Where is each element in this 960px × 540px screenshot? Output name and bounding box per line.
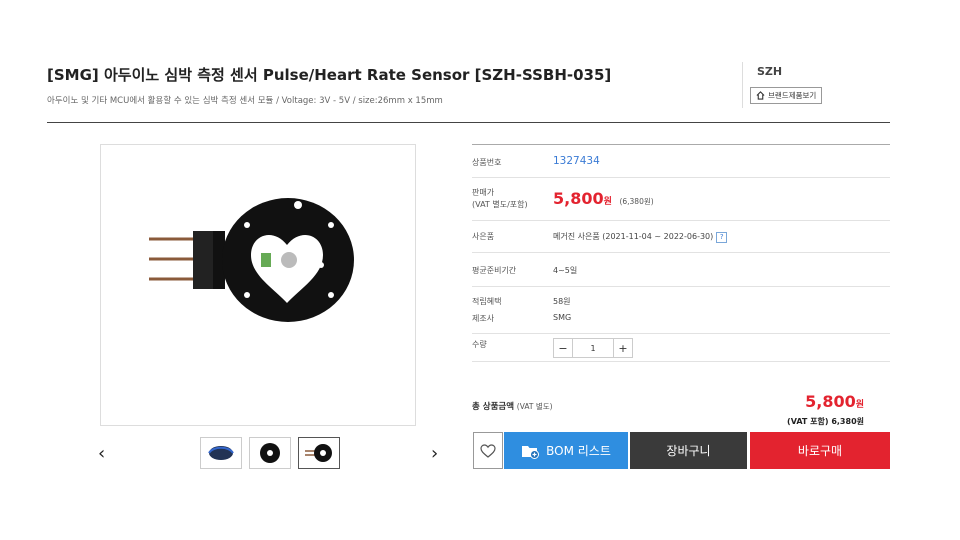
points-label: 적립혜택 bbox=[472, 297, 502, 306]
row-quantity: 수량 − 1 + bbox=[472, 334, 890, 362]
prep-label: 평균준비기간 bbox=[472, 266, 517, 275]
price-value-group: 5,800원 (6,380원) bbox=[553, 189, 654, 208]
price-vat: (6,380원) bbox=[619, 197, 654, 206]
brand-products-button[interactable]: 브랜드제품보기 bbox=[750, 87, 823, 104]
quantity-stepper: − 1 + bbox=[553, 338, 633, 358]
maker-value: SMG bbox=[553, 313, 572, 322]
total-label-group: 총 상품금액 (VAT 별도) bbox=[472, 400, 553, 412]
price-label-line1: 판매가 bbox=[472, 188, 495, 197]
total-vat: (VAT 포함) 6,380원 bbox=[787, 417, 864, 426]
row-price: 판매가 (VAT 별도/포함) 5,800원 (6,380원) bbox=[472, 178, 890, 221]
gift-value-group: 메거진 사은품 (2021-11-04 ~ 2022-06-30)? bbox=[553, 231, 728, 243]
buy-now-button[interactable]: 바로구매 bbox=[750, 432, 890, 469]
bom-label: BOM 리스트 bbox=[546, 444, 611, 458]
thumbnail-3[interactable] bbox=[298, 437, 340, 469]
gallery-prev-button[interactable]: ‹ bbox=[98, 444, 105, 464]
price-label: 판매가 (VAT 별도/포함) bbox=[472, 187, 528, 211]
heart-icon bbox=[480, 443, 496, 458]
brand-products-label: 브랜드제품보기 bbox=[768, 91, 817, 100]
row-prep-time: 평균준비기간 4~5일 bbox=[472, 253, 890, 287]
maker-label: 제조사 bbox=[472, 314, 495, 323]
wishlist-button[interactable] bbox=[473, 432, 503, 469]
product-subtitle: 아두이노 및 기타 MCU에서 활용할 수 있는 심박 측정 센서 모듈 / V… bbox=[47, 96, 443, 106]
gift-value: 메거진 사은품 (2021-11-04 ~ 2022-06-30) bbox=[553, 232, 714, 241]
thumbnail-1[interactable] bbox=[200, 437, 242, 469]
main-product-image[interactable] bbox=[100, 144, 416, 426]
row-gift: 사은품 메거진 사은품 (2021-11-04 ~ 2022-06-30)? bbox=[472, 221, 890, 253]
cart-button[interactable]: 장바구니 bbox=[630, 432, 747, 469]
qty-plus-button[interactable]: + bbox=[613, 338, 633, 358]
product-title: [SMG] 아두이노 심박 측정 센서 Pulse/Heart Rate Sen… bbox=[47, 66, 612, 84]
help-icon[interactable]: ? bbox=[716, 232, 728, 243]
total-label-sub: (VAT 별도) bbox=[516, 402, 553, 411]
brand-name: SZH bbox=[757, 65, 783, 78]
gift-label: 사은품 bbox=[472, 232, 495, 241]
home-icon bbox=[756, 91, 765, 100]
qty-label: 수량 bbox=[472, 340, 487, 349]
code-label: 상품번호 bbox=[472, 158, 502, 167]
code-value: 1327434 bbox=[553, 155, 600, 167]
price-value: 5,800 bbox=[553, 189, 604, 208]
points-value: 58원 bbox=[553, 297, 571, 306]
prep-value: 4~5일 bbox=[553, 266, 578, 275]
folder-plus-icon bbox=[522, 445, 540, 459]
qty-input[interactable]: 1 bbox=[573, 338, 613, 358]
price-label-line2: (VAT 별도/포함) bbox=[472, 200, 528, 209]
row-points-maker: 적립혜택 58원 제조사 SMG bbox=[472, 287, 890, 334]
product-info-panel: 상품번호 1327434 판매가 (VAT 별도/포함) 5,800원 (6,3… bbox=[472, 144, 890, 426]
row-product-code: 상품번호 1327434 bbox=[472, 145, 890, 178]
bom-list-button[interactable]: BOM 리스트 bbox=[504, 432, 628, 469]
price-unit: 원 bbox=[603, 197, 612, 207]
total-price-group: 5,800원 bbox=[805, 392, 864, 411]
total-unit: 원 bbox=[855, 400, 864, 410]
total-price: 5,800 bbox=[805, 392, 856, 411]
qty-minus-button[interactable]: − bbox=[553, 338, 573, 358]
brand-divider bbox=[742, 62, 743, 108]
total-label: 총 상품금액 bbox=[472, 402, 515, 412]
thumbnail-2[interactable] bbox=[249, 437, 291, 469]
gallery-next-button[interactable]: › bbox=[431, 444, 438, 464]
header-divider bbox=[47, 122, 890, 123]
total-section: 총 상품금액 (VAT 별도) 5,800원 (VAT 포함) 6,380원 bbox=[472, 362, 890, 426]
